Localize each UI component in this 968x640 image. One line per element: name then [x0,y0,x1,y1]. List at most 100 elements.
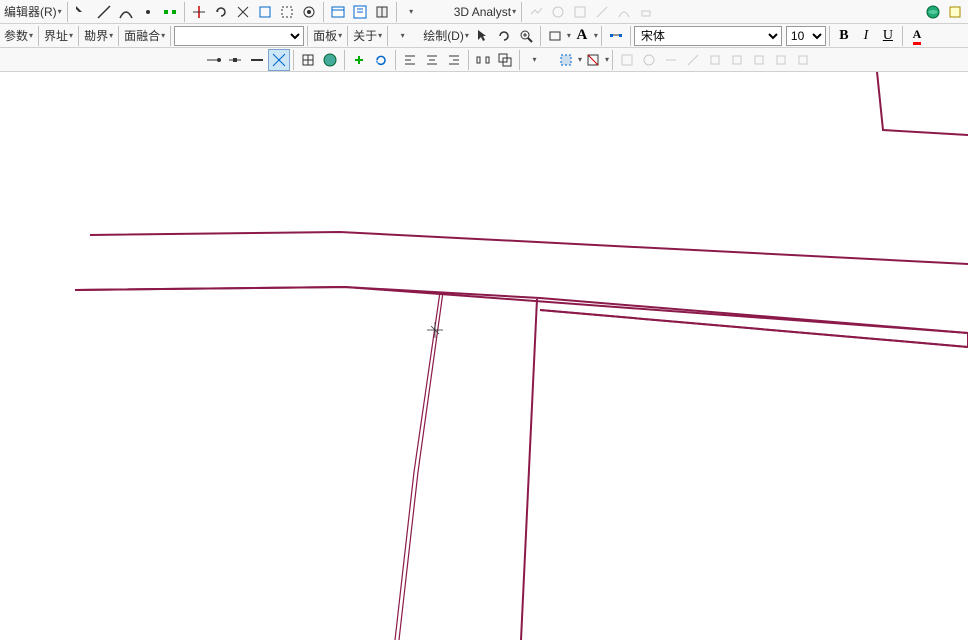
separator [395,50,396,70]
distribute-h-icon[interactable] [472,49,494,71]
snap-intersect-icon[interactable] [268,49,290,71]
refresh-icon[interactable] [370,49,392,71]
text-dropdown-icon[interactable]: ▾ [594,31,598,40]
align-center-icon[interactable] [421,49,443,71]
point-tool-icon[interactable] [137,1,159,23]
underline-button[interactable]: U [877,25,899,47]
trim-tool-icon[interactable] [232,1,254,23]
clear-selection-icon[interactable] [582,49,604,71]
separator [540,26,541,46]
italic-button[interactable]: I [855,25,877,47]
toolbar-row-3: ▾ ▾ ▾ [0,48,968,72]
analyst-menu[interactable]: 3D Analyst ▾ [452,5,518,19]
font-color-button[interactable]: A [906,25,928,47]
map-feature-line [399,472,418,640]
arc-tool-icon[interactable] [115,1,137,23]
disabled-extra-8 [770,49,792,71]
boundary-menu[interactable]: 界址 ▾ [42,27,75,44]
grid-tool-icon[interactable] [297,49,319,71]
draw-menu[interactable]: 绘制(D) ▾ [421,27,471,44]
rotate-icon[interactable] [493,25,515,47]
globe-icon[interactable] [922,1,944,23]
separator [630,26,631,46]
more-options-icon[interactable]: ▾ [400,1,422,23]
separator [387,26,388,46]
disabled-tool-1 [525,1,547,23]
clear-dropdown-icon[interactable]: ▾ [605,55,609,64]
snap-endpoint-icon[interactable] [202,49,224,71]
snap-edge-icon[interactable] [246,49,268,71]
zoom-in-icon[interactable] [515,25,537,47]
target-icon[interactable] [371,1,393,23]
chevron-down-icon: ▾ [161,31,165,40]
editor-menu[interactable]: 编辑器(R) ▾ [2,3,64,20]
disabled-extra-4 [682,49,704,71]
line-tool-icon[interactable] [93,1,115,23]
text-tool-icon[interactable]: A [571,25,593,47]
bold-button[interactable]: B [833,25,855,47]
merge-menu[interactable]: 面融合 ▾ [122,27,167,44]
map-svg [0,72,968,640]
separator [118,26,119,46]
more-tool-icon[interactable]: ▾ [523,49,545,71]
rectangle-draw-icon[interactable] [544,25,566,47]
survey-menu[interactable]: 勘界 ▾ [82,27,115,44]
select-rect-icon[interactable] [276,1,298,23]
separator [521,2,522,22]
extend-tool-icon[interactable] [254,1,276,23]
disabled-tool-3 [569,1,591,23]
snap-vertex-icon[interactable] [224,49,246,71]
disabled-tool-2 [547,1,569,23]
disabled-extra-2 [638,49,660,71]
globe-small-icon[interactable] [319,49,341,71]
disabled-extra-6 [726,49,748,71]
chevron-down-icon: ▾ [465,31,469,40]
separator [519,50,520,70]
align-left-icon[interactable] [399,49,421,71]
map-addon-icon[interactable] [944,1,966,23]
panel-menu[interactable]: 面板 ▾ [311,27,344,44]
edit-vertices-icon[interactable] [605,25,627,47]
disabled-extra-7 [748,49,770,71]
pointer-icon[interactable] [471,25,493,47]
font-select[interactable]: 宋体 [634,26,782,46]
disabled-tool-5 [613,1,635,23]
map-canvas[interactable] [0,72,968,640]
chevron-down-icon: ▾ [512,7,516,16]
separator [293,50,294,70]
vertex-tool-icon[interactable] [159,1,181,23]
map-feature-line [90,232,968,264]
separator [38,26,39,46]
add-feature-icon[interactable] [348,49,370,71]
separator [829,26,830,46]
analyst-menu-label: 3D Analyst [454,5,511,19]
attributes-icon[interactable] [327,1,349,23]
about-menu[interactable]: 关于 ▾ [351,27,384,44]
map-feature-line [75,287,968,333]
layer-combo[interactable] [174,26,304,46]
separator [601,26,602,46]
rotate-tool-icon[interactable] [210,1,232,23]
sketch-props-icon[interactable] [349,1,371,23]
params-menu[interactable]: 参数 ▾ [2,27,35,44]
chevron-down-icon: ▾ [29,31,33,40]
toolbar-row-1: 编辑器(R) ▾ ▾ 3D Analyst ▾ [0,0,968,24]
align-right-icon[interactable] [443,49,465,71]
separator [396,2,397,22]
separator [347,26,348,46]
survey-menu-label: 勘界 [84,27,108,44]
separator [323,2,324,22]
split-tool-icon[interactable] [188,1,210,23]
params-menu-label: 参数 [4,27,28,44]
edit-tool-icon[interactable] [71,1,93,23]
group-icon[interactable] [494,49,516,71]
toolbar-overflow-icon[interactable]: ▾ [391,25,413,47]
map-feature-line [414,292,440,472]
font-size-select[interactable]: 10 [786,26,826,46]
selection-tool-icon[interactable] [555,49,577,71]
separator [344,50,345,70]
buffer-tool-icon[interactable] [298,1,320,23]
separator [184,2,185,22]
crosshair-cursor [427,322,443,338]
chevron-down-icon: ▾ [378,31,382,40]
